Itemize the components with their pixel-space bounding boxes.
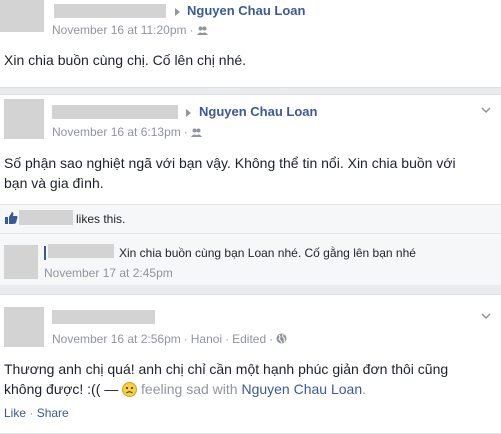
avatar[interactable] bbox=[4, 307, 44, 347]
redacted-author-name[interactable] bbox=[52, 310, 155, 324]
likes-text: likes this. bbox=[76, 212, 126, 226]
feeling-text: feeling sad with bbox=[141, 381, 238, 397]
timestamp-link[interactable]: November 16 at 11:20pm bbox=[52, 23, 187, 37]
post-text: Số phận sao nghiệt ngã với bạn vậy. Khôn… bbox=[4, 153, 456, 193]
post-timestamp: November 16 at 6:13pm · bbox=[52, 125, 202, 139]
friends-icon bbox=[190, 128, 202, 137]
timestamp-link[interactable]: November 16 at 6:13pm bbox=[52, 125, 181, 139]
comment-timestamp[interactable]: November 17 at 2:45pm bbox=[44, 266, 173, 280]
post-text: Xin chia buồn cùng chị. Cố lên chị nhé. bbox=[4, 52, 247, 68]
thumbs-up-icon bbox=[5, 212, 18, 224]
post-text-line-2: bạn và gia đình. bbox=[4, 175, 104, 191]
target-name-link[interactable]: Nguyen Chau Loan bbox=[187, 3, 305, 18]
post-timestamp: November 16 at 11:20pm · bbox=[52, 23, 208, 37]
share-button[interactable]: Share bbox=[37, 406, 69, 420]
comment-bar bbox=[44, 246, 46, 260]
redacted-commenter-name[interactable] bbox=[48, 244, 114, 258]
redacted-liker-name[interactable] bbox=[19, 210, 73, 225]
timestamp-link[interactable]: November 16 at 2:56pm bbox=[52, 332, 181, 346]
post-text-line-1: Số phận sao nghiệt ngã với bạn vậy. Khôn… bbox=[4, 155, 456, 171]
post-1: Nguyen Chau Loan November 16 at 11:20pm ·… bbox=[0, 0, 501, 88]
like-button[interactable]: Like bbox=[4, 406, 26, 420]
post-text-line-2: không được! :(( — feeling sad with Nguye… bbox=[4, 379, 448, 399]
target-name-link[interactable]: Nguyen Chau Loan bbox=[199, 104, 317, 119]
likes-bar: likes this. Xin chia buồn cùng bạn Loan … bbox=[0, 205, 501, 285]
sad-emoji-icon bbox=[122, 382, 138, 397]
globe-icon bbox=[276, 333, 287, 344]
arrow-right-icon bbox=[175, 8, 180, 16]
comment-text: Xin chia buồn cùng bạn Loan nhé. Cố gằng… bbox=[119, 246, 416, 260]
comment-avatar[interactable] bbox=[4, 245, 38, 279]
chevron-down-icon[interactable] bbox=[480, 104, 492, 116]
post-text-prefix: không được! :(( — bbox=[4, 381, 119, 397]
friends-icon bbox=[196, 26, 208, 35]
post-actions: Like · Share bbox=[4, 406, 69, 420]
avatar[interactable] bbox=[0, 0, 44, 32]
redacted-author-name[interactable] bbox=[52, 105, 178, 119]
post-3: November 16 at 2:56pm · Hanoi · Edited · Thươ… bbox=[0, 294, 501, 434]
tagged-name-link[interactable]: Nguyen Chau Loan bbox=[241, 381, 362, 397]
redacted-author-name[interactable] bbox=[54, 4, 166, 18]
comment: Xin chia buồn cùng bạn Loan nhé. Cố gằng… bbox=[0, 234, 501, 284]
post-text: Thương anh chị quá! anh chị chỉ cần một … bbox=[4, 359, 448, 399]
location-link[interactable]: Hanoi bbox=[191, 332, 222, 346]
tagged-suffix: . bbox=[362, 381, 366, 397]
chevron-down-icon[interactable] bbox=[480, 310, 492, 322]
post-text-line-1: Thương anh chị quá! anh chị chỉ cần một … bbox=[4, 361, 449, 377]
avatar[interactable] bbox=[4, 99, 44, 139]
edited-label[interactable]: Edited bbox=[232, 332, 266, 346]
arrow-right-icon bbox=[186, 109, 191, 117]
post-timestamp: November 16 at 2:56pm · Hanoi · Edited · bbox=[52, 332, 287, 346]
post-2: Nguyen Chau Loan November 16 at 6:13pm · … bbox=[0, 94, 501, 285]
